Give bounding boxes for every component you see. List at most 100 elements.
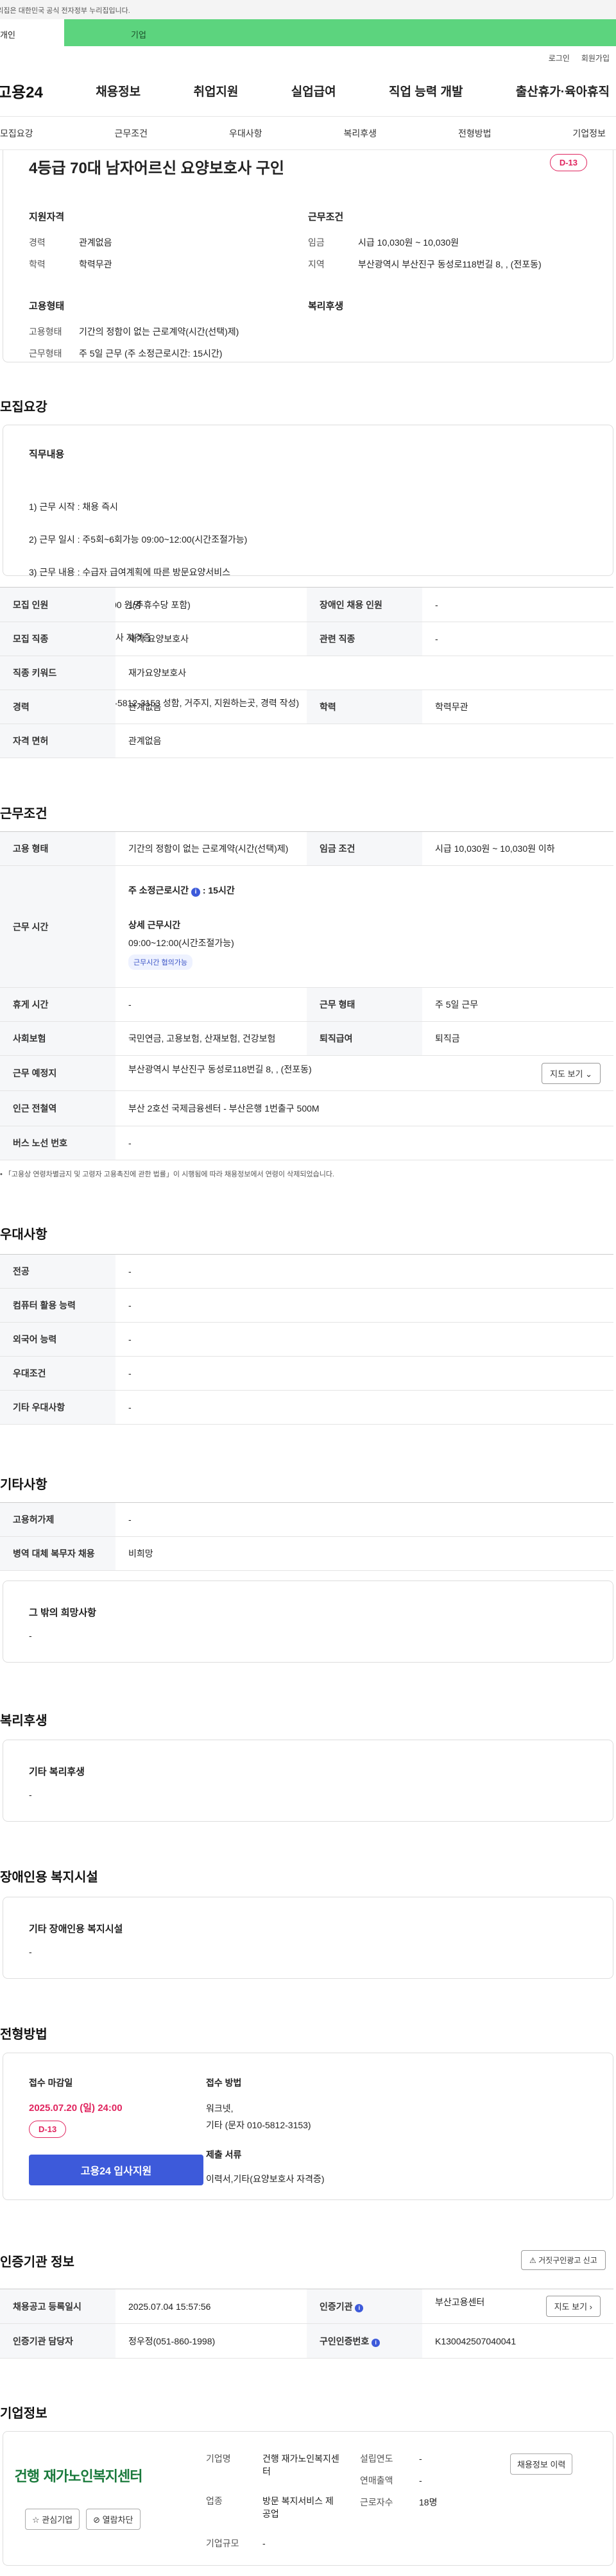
age-notice: • 「고용상 연령차별금지 및 고령자 고용촉진에 관한 법률」이 시행됨에 따… — [0, 1171, 334, 1178]
welfare-summary-block: 복리후생 — [308, 299, 587, 369]
deadline-block: 접수 마감일 2025.07.20 (일) 24:00 D-13 고용24 입사… — [29, 2076, 203, 2185]
place-label: 근무 예정지 — [0, 1055, 116, 1091]
join-link[interactable]: 회원가입 — [581, 53, 610, 65]
company-logo-text: 건행 재가노인복지센터 — [14, 2468, 142, 2485]
founded-value: - — [419, 2453, 422, 2464]
section-nav-welfare[interactable]: 복리후생 — [343, 127, 377, 140]
site-logo[interactable]: 고용24 — [0, 80, 43, 102]
table-row: 외국어 능력 - — [0, 1322, 613, 1357]
agency-cell: 부산고용센터 지도 보기 › — [422, 2289, 613, 2324]
tab-company-label: 기업 — [131, 30, 146, 40]
method-heading: 접수 방법 — [206, 2078, 242, 2088]
qualification-block: 지원자격 경력 관계없음 학력 학력무관 — [29, 210, 308, 280]
company-heading: 기업정보 — [0, 2407, 47, 2421]
block-company-button[interactable]: ⊘ 열람차단 — [86, 2509, 141, 2530]
info-icon[interactable]: i — [372, 2338, 381, 2347]
job-type-value: 재가 요양보호사 — [116, 622, 307, 656]
sales-value: - — [419, 2475, 422, 2486]
deadline-dday-badge: D-13 — [29, 2121, 67, 2138]
insurance-label: 사회보험 — [0, 1021, 116, 1056]
related-label: 관련 직종 — [307, 622, 422, 656]
disabled-fac-heading: 장애인용 복지시설 — [0, 1870, 98, 1885]
rest-label: 휴게 시간 — [0, 987, 116, 1022]
audience-tabs: 개인 기업 — [0, 19, 616, 46]
agency-map-button-label: 지도 보기 — [554, 2302, 588, 2312]
favorite-company-label: 관심기업 — [42, 2515, 73, 2525]
agency-label: 인증기관 i — [307, 2289, 422, 2324]
welfare-card: 기타 복리후생 - — [3, 1740, 613, 1822]
section-nav-work[interactable]: 근무조건 — [114, 127, 148, 140]
people-label: 모집 인원 — [0, 587, 116, 622]
info-icon[interactable]: i — [191, 887, 200, 897]
gnb-menu-skills[interactable]: 직업 능력 개발 — [389, 82, 463, 99]
pref-other-value: - — [116, 1390, 613, 1425]
pref-condition-label: 우대조건 — [0, 1356, 116, 1391]
section-nav-company[interactable]: 기업정보 — [572, 127, 606, 140]
pref-heading: 우대사항 — [0, 1228, 47, 1242]
agency-map-button[interactable]: 지도 보기 › — [545, 2296, 601, 2317]
table-row: 모집 인원 1명 장애인 채용 인원 - — [0, 587, 613, 622]
hire-history-button[interactable]: 채용정보 이력 — [510, 2453, 573, 2475]
weekly-hours: 주 소정근로시간 i : 15시간 — [128, 884, 601, 897]
shift-value: 주 5일 근무 — [422, 987, 613, 1022]
info-icon[interactable]: i — [355, 2303, 364, 2312]
military-value: 비희망 — [116, 1536, 613, 1571]
industry-label: 업종 — [206, 2496, 223, 2506]
condition-block: 근무조건 임금 시급 10,030원 ~ 10,030원 지역 부산광역시 부산진구… — [308, 210, 587, 280]
job-title: 4등급 70대 남자어르신 요양보호사 구인 — [29, 160, 284, 177]
section-nav-pref[interactable]: 우대사항 — [229, 127, 262, 140]
place-cell: 부산광역시 부산진구 동성로118번길 8, , (전포동) 지도 보기 ⌄ — [116, 1055, 613, 1091]
weekly-hours-value: : 15시간 — [202, 885, 235, 895]
career-value: 관계없음 — [116, 690, 307, 724]
gnb-menu-employment-support[interactable]: 취업지원 — [193, 82, 238, 99]
chevron-down-icon: ⌄ — [585, 1069, 592, 1079]
gnb-menu-unemployment-benefit[interactable]: 실업급여 — [291, 82, 336, 99]
report-button[interactable]: ⚠ 거짓구인광고 신고 — [521, 2250, 606, 2270]
job-line: 2) 근무 일시 : 주5회~6회가능 09:00~12:00(시간조절가능) — [29, 534, 248, 545]
work-type-value: 기간의 정함이 없는 근로계약(시간(선택)제) — [116, 831, 307, 866]
section-nav-recruit[interactable]: 모집요강 — [0, 127, 33, 140]
table-row: 경력 관계없음 학력 학력무관 — [0, 690, 613, 724]
severance-value: 퇴직금 — [422, 1021, 613, 1056]
block-company-label: 열람차단 — [102, 2515, 133, 2525]
gov-banner-text: 이 누리집은 대한민국 공식 전자정부 누리집입니다. — [0, 7, 130, 15]
emp-type-label: 고용형태 — [29, 326, 62, 337]
work-table: 고용 형태 기간의 정함이 없는 근로계약(시간(선택)제) 임금 조건 시급 … — [0, 831, 613, 1160]
tab-personal[interactable]: 개인 — [0, 19, 64, 46]
people-value: 1명 — [116, 587, 307, 622]
negotiable-tag: 근무시간 협의가능 — [128, 954, 193, 970]
login-link[interactable]: 로그인 — [549, 53, 570, 65]
gnb-menu-jobs[interactable]: 채용정보 — [96, 82, 141, 99]
edu-label: 학력 — [307, 690, 422, 724]
table-row: 버스 노선 번호 - — [0, 1126, 613, 1160]
disabled-value: - — [422, 587, 613, 622]
section-nav-selection[interactable]: 전형방법 — [458, 127, 492, 140]
map-button[interactable]: 지도 보기 ⌄ — [542, 1062, 601, 1084]
block-icon: ⊘ — [93, 2515, 101, 2525]
military-label: 병역 대체 복무자 채용 — [0, 1536, 116, 1571]
tab-company[interactable]: 기업 — [64, 19, 616, 46]
table-row: 휴게 시간 - 근무 형태 주 5일 근무 — [0, 987, 613, 1022]
gnb-menu-parental-leave[interactable]: 출산휴가·육아휴직 — [516, 82, 610, 99]
related-value: - — [422, 622, 613, 656]
method-line: 워크넷, — [206, 2103, 234, 2114]
etc-heading: 기타사항 — [0, 1478, 47, 1492]
cond-wage-label: 임금 — [308, 237, 325, 248]
tab-personal-label: 개인 — [0, 30, 15, 40]
shift-label: 근무 형태 — [307, 987, 422, 1022]
favorite-company-button[interactable]: ☆ 관심기업 — [25, 2509, 80, 2530]
qual-career-label: 경력 — [29, 237, 46, 248]
table-row: 자격 면허 관계없음 — [0, 724, 613, 758]
number-value: K130042507040041 — [422, 2323, 613, 2359]
agency-label-text: 인증기관 — [320, 2301, 353, 2312]
insurance-value: 국민연금, 고용보험, 산재보험, 건강보험 — [116, 1021, 307, 1056]
job-description-heading: 직무내용 — [29, 449, 65, 460]
employees-value: 18명 — [419, 2497, 438, 2507]
detail-hours-heading: 상세 근무시간 — [128, 919, 181, 930]
util-bar: 로그인 회원가입 — [0, 46, 616, 65]
apply-button[interactable]: 고용24 입사지원 — [29, 2155, 203, 2185]
apply-button-label: 고용24 입사지원 — [80, 2166, 152, 2177]
table-row: 고용 형태 기간의 정함이 없는 근로계약(시간(선택)제) 임금 조건 시급 … — [0, 831, 613, 866]
pref-table: 전공 - 컴퓨터 활용 능력 - 외국어 능력 - 우대조건 - 기타 우대사항 - — [0, 1254, 613, 1425]
manager-value: 정우정(051-860-1998) — [116, 2323, 307, 2359]
